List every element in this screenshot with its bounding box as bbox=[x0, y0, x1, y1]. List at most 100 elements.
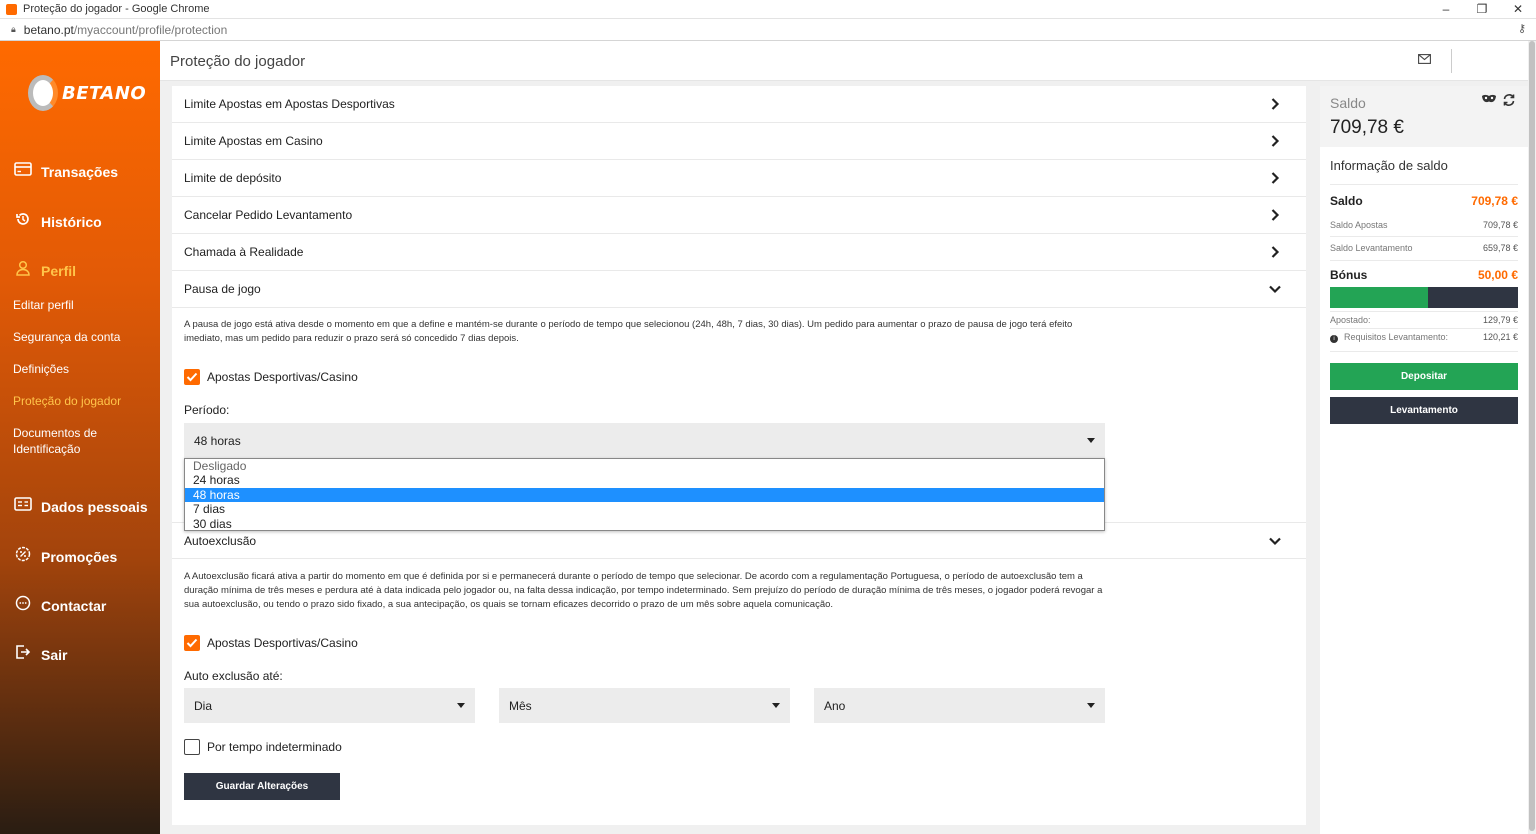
caret-down-icon bbox=[1087, 438, 1095, 443]
withdraw-button[interactable]: Levantamento bbox=[1330, 397, 1518, 424]
restore-button[interactable]: ❐ bbox=[1464, 0, 1500, 19]
caret-down-icon bbox=[1087, 703, 1095, 708]
checkbox-unchecked-icon[interactable] bbox=[184, 739, 200, 755]
sidebar-item-transacoes[interactable]: Transações bbox=[12, 162, 118, 181]
betano-logo-mark-icon bbox=[28, 75, 58, 111]
period-dropdown-list[interactable]: Desligado 24 horas 48 horas 7 dias 30 di… bbox=[184, 458, 1105, 531]
sidebar-item-historico[interactable]: Histórico bbox=[12, 211, 102, 232]
url-host: betano.pt bbox=[23, 22, 74, 37]
chevron-right-icon bbox=[1271, 98, 1280, 110]
period-select[interactable]: 48 horas bbox=[184, 423, 1105, 458]
accordion-label: Limite de depósito bbox=[184, 171, 282, 185]
accordion-label: Chamada à Realidade bbox=[184, 245, 304, 259]
balance-info-title: Informação de saldo bbox=[1330, 158, 1448, 173]
chat-icon bbox=[12, 595, 34, 616]
protection-panel: Limite Apostas em Apostas Desportivas Li… bbox=[172, 86, 1306, 825]
indefinite-checkbox[interactable]: Por tempo indeterminado bbox=[184, 739, 342, 755]
day-select-value: Dia bbox=[194, 698, 213, 713]
page-scrollbar[interactable] bbox=[1528, 41, 1536, 834]
saldo-levantamento-label: Saldo Levantamento bbox=[1330, 243, 1413, 253]
period-select-value: 48 horas bbox=[194, 433, 241, 448]
window-controls: – ❐ ✕ bbox=[1428, 0, 1536, 19]
sidebar-subitem-seguranca[interactable]: Segurança da conta bbox=[13, 329, 120, 345]
bonus-row: Bónus 50,00 € bbox=[1330, 268, 1518, 282]
refresh-icon[interactable] bbox=[1502, 93, 1516, 110]
percent-badge-icon bbox=[12, 546, 34, 567]
accordion-limite-deposito[interactable]: Limite de depósito bbox=[172, 160, 1306, 197]
period-label: Período: bbox=[184, 403, 230, 417]
sidebar-subitem-protecao[interactable]: Proteção do jogador bbox=[13, 393, 121, 409]
month-select-value: Mês bbox=[509, 698, 532, 713]
month-select[interactable]: Mês bbox=[499, 688, 790, 723]
pause-sports-casino-checkbox[interactable]: Apostas Desportivas/Casino bbox=[184, 369, 358, 385]
period-option-desligado[interactable]: Desligado bbox=[185, 459, 1104, 473]
sidebar-item-label: Sair bbox=[41, 646, 68, 663]
accordion-chamada-realidade[interactable]: Chamada à Realidade bbox=[172, 234, 1306, 271]
saldo-apostas-label: Saldo Apostas bbox=[1330, 220, 1388, 230]
window-title: Proteção do jogador - Google Chrome bbox=[23, 3, 210, 15]
checkbox-checked-icon[interactable] bbox=[184, 369, 200, 385]
url-text[interactable]: betano.pt/myaccount/profile/protection bbox=[24, 23, 227, 37]
address-bar[interactable]: 🔒︎ betano.pt/myaccount/profile/protectio… bbox=[0, 19, 1536, 41]
sidebar-item-dados-pessoais[interactable]: Dados pessoais bbox=[12, 497, 148, 516]
mask-icon[interactable] bbox=[1481, 94, 1497, 108]
sidebar-item-perfil[interactable]: Perfil bbox=[12, 260, 76, 281]
chevron-down-icon bbox=[1269, 537, 1281, 546]
sidebar-item-promocoes[interactable]: Promoções bbox=[12, 546, 117, 567]
apostado-label: Apostado: bbox=[1330, 315, 1371, 325]
brand-name: BETANO bbox=[62, 82, 147, 104]
sidebar-item-label: Perfil bbox=[41, 262, 77, 279]
sidebar-item-sair[interactable]: Sair bbox=[12, 644, 67, 665]
sidebar-subitem-editar-perfil[interactable]: Editar perfil bbox=[13, 297, 74, 313]
day-select[interactable]: Dia bbox=[184, 688, 475, 723]
period-option-30d[interactable]: 30 dias bbox=[185, 517, 1104, 531]
save-changes-button[interactable]: Guardar Alterações bbox=[184, 773, 340, 800]
chevron-right-icon bbox=[1271, 246, 1280, 258]
saldo-value: 709,78 € bbox=[1471, 194, 1518, 208]
chevron-down-icon bbox=[1269, 285, 1281, 294]
logout-icon bbox=[12, 644, 34, 665]
saldo-levantamento-value: 659,78 € bbox=[1482, 243, 1518, 253]
saldo-levantamento-row: Saldo Levantamento 659,78 € bbox=[1330, 243, 1518, 253]
checkbox-label: Apostas Desportivas/Casino bbox=[207, 370, 358, 384]
divider bbox=[1330, 351, 1518, 352]
divider bbox=[1330, 184, 1518, 185]
period-option-7d[interactable]: 7 dias bbox=[185, 502, 1104, 516]
history-icon bbox=[12, 211, 34, 232]
close-window-button[interactable]: ✕ bbox=[1500, 0, 1536, 19]
scrollbar-thumb[interactable] bbox=[1529, 41, 1535, 831]
self-exclusion-sports-casino-checkbox[interactable]: Apostas Desportivas/Casino bbox=[184, 635, 358, 651]
accordion-pausa-jogo[interactable]: Pausa de jogo bbox=[172, 271, 1306, 308]
period-option-24h[interactable]: 24 horas bbox=[185, 473, 1104, 487]
window-titlebar: Proteção do jogador - Google Chrome – ❐ … bbox=[0, 0, 1536, 19]
card-icon bbox=[12, 162, 34, 181]
apostado-row: Apostado: 129,79 € bbox=[1330, 315, 1518, 325]
divider bbox=[1330, 328, 1518, 329]
deposit-button[interactable]: Depositar bbox=[1330, 363, 1518, 390]
period-option-48h[interactable]: 48 horas bbox=[185, 487, 1104, 503]
bonus-progress-fill bbox=[1330, 287, 1428, 308]
sidebar-subitem-definicoes[interactable]: Definições bbox=[13, 361, 69, 377]
accordion-label: Cancelar Pedido Levantamento bbox=[184, 208, 353, 222]
sidebar-subitem-documentos[interactable]: Documentos de Identificação bbox=[13, 425, 123, 457]
sidebar-item-label: Transações bbox=[41, 163, 119, 180]
sidebar-item-contactar[interactable]: Contactar bbox=[12, 595, 106, 616]
key-icon[interactable]: ⚷ bbox=[1518, 22, 1526, 35]
balance-summary: Saldo 709,78 € bbox=[1320, 86, 1528, 147]
accordion-limite-apostas-desportivas[interactable]: Limite Apostas em Apostas Desportivas bbox=[172, 86, 1306, 123]
minimize-button[interactable]: – bbox=[1428, 0, 1464, 19]
accordion-cancelar-levantamento[interactable]: Cancelar Pedido Levantamento bbox=[172, 197, 1306, 234]
info-icon[interactable]: i bbox=[1330, 335, 1338, 343]
caret-down-icon bbox=[772, 703, 780, 708]
betano-logo[interactable]: BETANO bbox=[28, 75, 146, 111]
chevron-right-icon bbox=[1271, 209, 1280, 221]
year-select[interactable]: Ano bbox=[814, 688, 1105, 723]
mail-icon[interactable] bbox=[1418, 52, 1431, 67]
checkbox-checked-icon[interactable] bbox=[184, 635, 200, 651]
chevron-right-icon bbox=[1271, 135, 1280, 147]
accordion-label: Limite Apostas em Casino bbox=[184, 134, 323, 148]
betano-favicon-icon bbox=[6, 3, 17, 15]
saldo-apostas-value: 709,78 € bbox=[1482, 220, 1518, 230]
accordion-limite-apostas-casino[interactable]: Limite Apostas em Casino bbox=[172, 123, 1306, 160]
lock-icon[interactable]: 🔒︎ bbox=[11, 24, 16, 35]
